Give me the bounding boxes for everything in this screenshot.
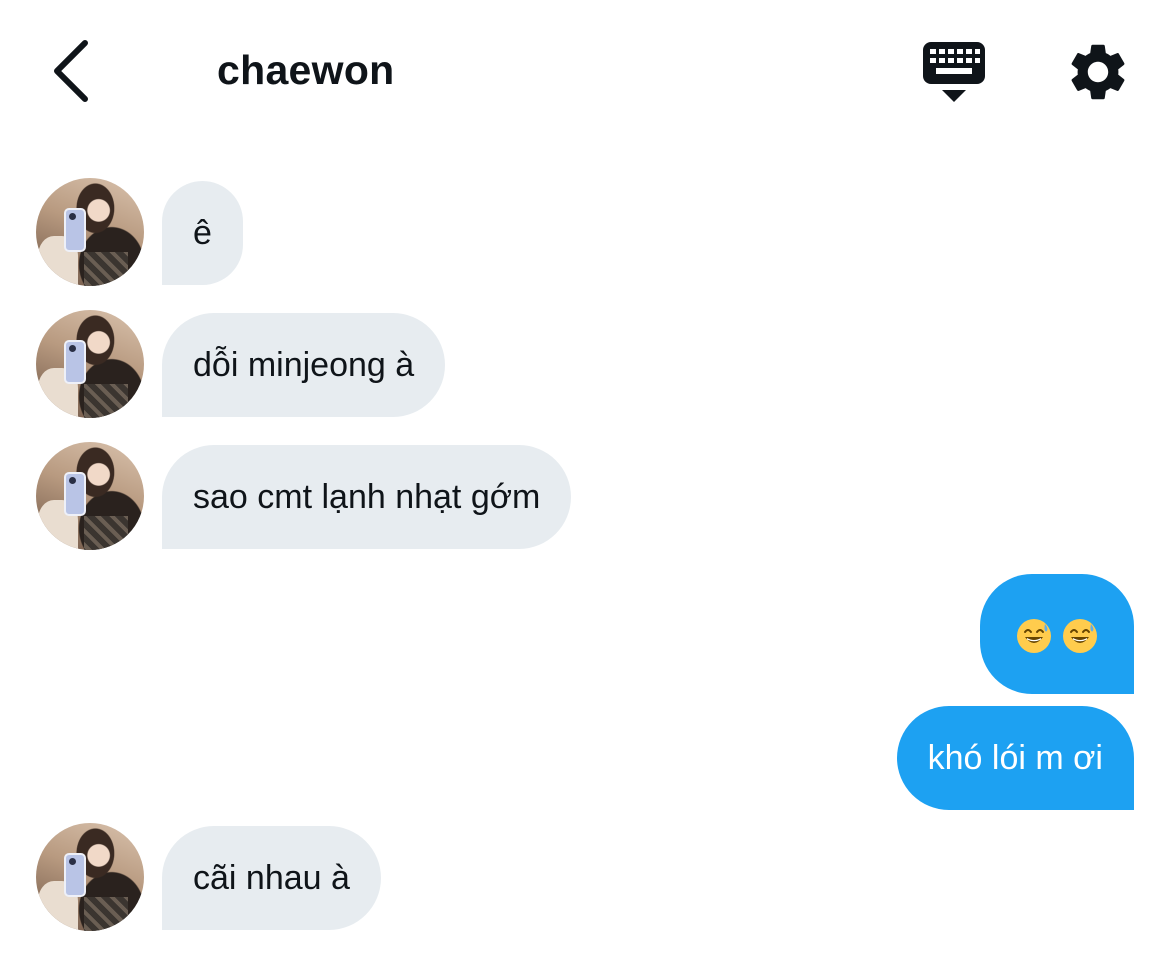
grinning-face-with-sweat-icon [1063,619,1097,654]
outgoing-message-bubble[interactable] [980,574,1134,694]
message-text: khó lói m ơi [927,739,1103,777]
message-text: dỗi minjeong à [193,346,415,384]
conversation-title[interactable]: chaewon [217,44,395,96]
avatar[interactable] [36,310,144,418]
incoming-message-bubble[interactable]: cãi nhau à [162,826,381,930]
message-text [1011,615,1103,654]
gear-icon [1071,44,1125,100]
keyboard-icon [923,42,985,102]
incoming-message-bubble[interactable]: ê [162,181,243,285]
incoming-message-bubble[interactable]: sao cmt lạnh nhạt gớm [162,445,572,549]
outgoing-message-bubble[interactable]: khó lói m ơi [896,706,1134,810]
dm-conversation-screen: chaewon ê dỗi minjeong à sao cmt lạnh nh… [0,0,1170,954]
avatar[interactable] [36,823,144,931]
avatar[interactable] [36,178,144,286]
keyboard-button[interactable] [918,38,990,106]
avatar[interactable] [36,442,144,550]
message-text: cãi nhau à [193,859,350,897]
message-text: sao cmt lạnh nhạt gớm [193,478,541,516]
incoming-message-bubble[interactable]: dỗi minjeong à [162,313,446,417]
conversation-header: chaewon [0,0,1170,140]
message-text: ê [193,214,212,252]
grinning-face-with-sweat-icon [1017,619,1051,654]
chevron-left-icon [54,40,88,102]
settings-button[interactable] [1064,38,1132,106]
back-button[interactable] [40,36,100,106]
